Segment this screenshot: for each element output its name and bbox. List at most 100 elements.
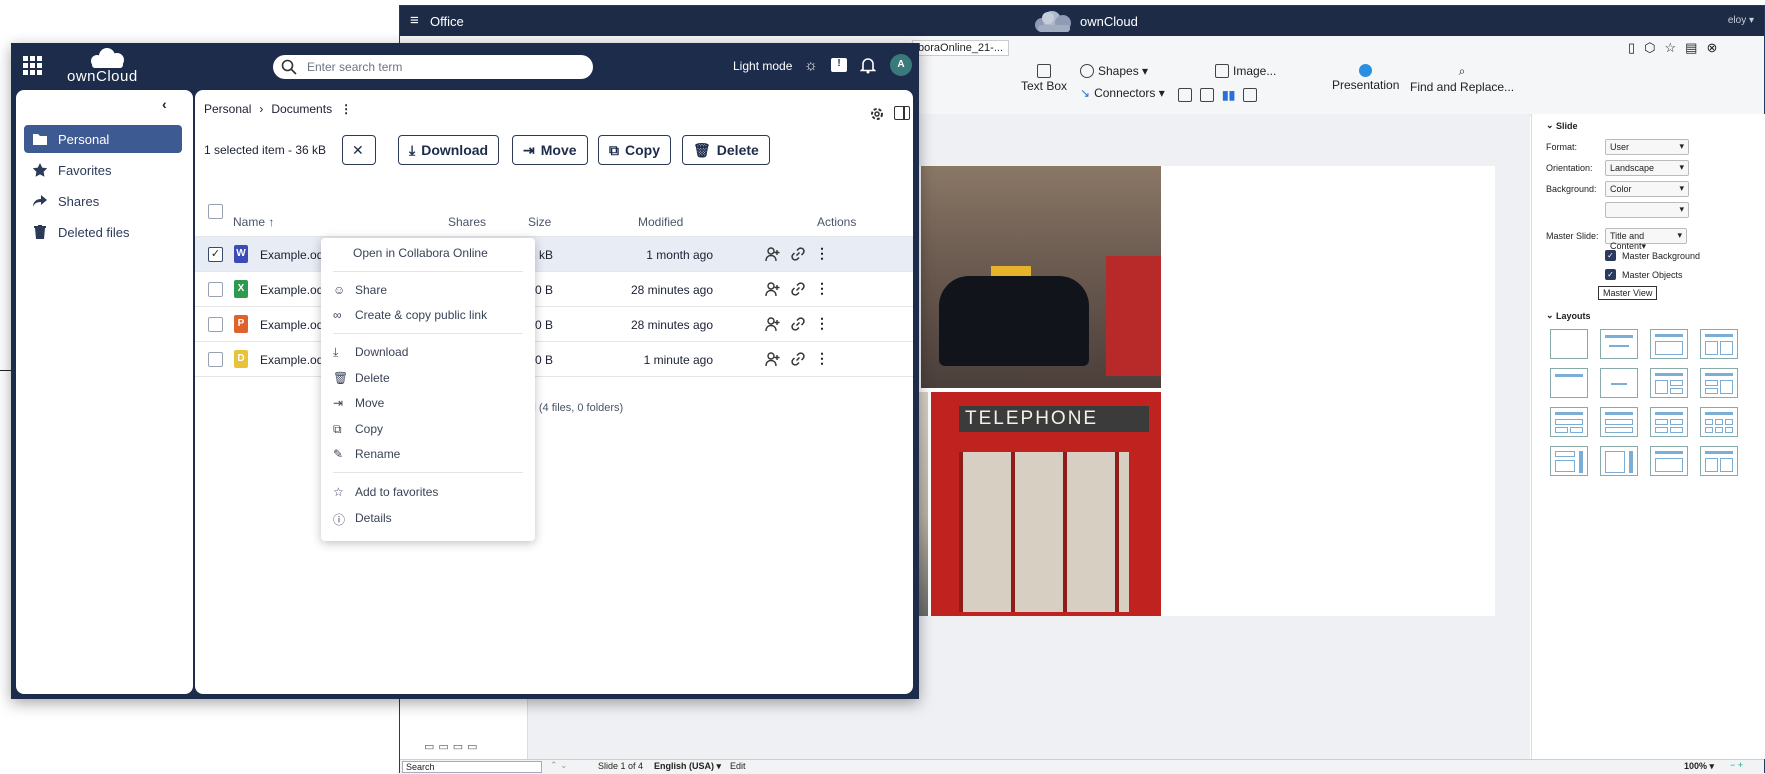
connectors-button[interactable]: ↘ Connectors ▾ xyxy=(1080,86,1165,100)
select-all-checkbox[interactable] xyxy=(208,204,223,219)
file-name[interactable]: Example.od xyxy=(260,318,323,332)
add-share-icon[interactable] xyxy=(765,351,781,367)
layout-content-pair[interactable] xyxy=(1650,368,1688,398)
shapes-button[interactable]: Shapes ▾ xyxy=(1080,64,1148,78)
layout-centered[interactable] xyxy=(1600,368,1638,398)
window-controls-icon[interactable]: ▯⬡☆▤⊗ xyxy=(1628,40,1726,56)
document-tab[interactable]: boraOnline_21-... xyxy=(912,40,1009,56)
nav-arrows-icon[interactable]: ⌃ ⌄ xyxy=(550,760,568,771)
layout-four-b[interactable] xyxy=(1650,407,1688,437)
more-vertical-icon[interactable]: ⋮ xyxy=(815,350,831,366)
chart-toolbar-group[interactable]: ▮▮ xyxy=(1178,88,1258,102)
layout-four-a[interactable] xyxy=(1550,407,1588,437)
column-modified[interactable]: Modified xyxy=(638,215,683,229)
sidebar-toggle-icon[interactable] xyxy=(894,106,910,120)
color-picker[interactable] xyxy=(1605,202,1689,218)
find-replace-button[interactable]: ⌕ Find and Replace... xyxy=(1410,64,1514,94)
add-share-icon[interactable] xyxy=(765,316,781,332)
add-share-icon[interactable] xyxy=(765,281,781,297)
copy-button[interactable]: ⧉ Copy xyxy=(598,135,671,165)
sidebar-item-favorites[interactable]: Favorites xyxy=(24,156,182,184)
link-icon[interactable] xyxy=(790,316,806,332)
file-name[interactable]: Example.od xyxy=(260,283,323,297)
more-vertical-icon[interactable]: ⋮ xyxy=(815,315,831,331)
clear-selection-button[interactable]: ✕ xyxy=(342,135,376,165)
language-select[interactable]: English (USA) ▾ xyxy=(654,761,721,772)
avatar[interactable]: A xyxy=(890,54,912,76)
layout-title[interactable] xyxy=(1600,329,1638,359)
layout-blank[interactable] xyxy=(1550,329,1588,359)
more-vertical-icon[interactable]: ⋮ xyxy=(340,102,352,116)
delete-button[interactable]: 🗑 Delete xyxy=(682,135,770,165)
hamburger-icon[interactable]: ≡ xyxy=(410,12,419,29)
search-input[interactable]: Enter search term xyxy=(273,55,593,79)
more-vertical-icon[interactable]: ⋮ xyxy=(815,245,831,261)
layout-vertical-a[interactable] xyxy=(1550,446,1588,476)
download-button[interactable]: ⤓ Download xyxy=(398,135,500,165)
link-icon[interactable] xyxy=(790,281,806,297)
layout-content-triple[interactable] xyxy=(1700,368,1738,398)
file-name[interactable]: Example.od xyxy=(260,353,323,367)
file-name[interactable]: Example.odt xyxy=(260,248,327,262)
link-icon[interactable] xyxy=(790,246,806,262)
link-icon[interactable] xyxy=(790,351,806,367)
zoom-select[interactable]: 100% ▾ xyxy=(1684,761,1714,772)
move-button[interactable]: ⇥ Move xyxy=(512,135,588,165)
layout-title-only[interactable] xyxy=(1550,368,1588,398)
layout-six[interactable] xyxy=(1700,407,1738,437)
status-search-field[interactable]: Search xyxy=(402,761,542,773)
row-checkbox[interactable] xyxy=(208,317,223,332)
text-box-button[interactable]: Text Box xyxy=(1021,64,1067,93)
menu-rename[interactable]: ✎ Rename xyxy=(333,443,523,465)
master-slide-select[interactable]: Title and Content▾ xyxy=(1605,228,1687,251)
collapse-sidebar-icon[interactable]: ‹ xyxy=(162,96,167,112)
table-row[interactable]: P Example.od 0 B 28 minutes ago ⋮ xyxy=(195,307,913,342)
layout-vertical-d[interactable] xyxy=(1700,446,1738,476)
menu-copy[interactable]: ⧉ Copy xyxy=(333,418,523,440)
sidebar-item-shares[interactable]: Shares xyxy=(24,187,182,215)
column-size[interactable]: Size xyxy=(528,215,551,229)
slide-actions-icon[interactable]: ▭▭▭▭ xyxy=(424,740,504,754)
row-checkbox[interactable] xyxy=(208,352,223,367)
slide-section-header[interactable]: ⌄ Slide xyxy=(1546,120,1578,131)
table-row[interactable]: ✓ W Example.odt 36 kB 1 month ago ⋮ xyxy=(195,237,913,272)
orientation-select[interactable]: Landscape xyxy=(1605,160,1689,176)
table-row[interactable]: D Example.od 0 B 1 minute ago ⋮ xyxy=(195,342,913,377)
menu-open-collabora[interactable]: Open in Collabora Online xyxy=(353,242,523,264)
master-objects-checkbox[interactable]: ✓ Master Objects xyxy=(1605,269,1683,280)
layout-vertical-c[interactable] xyxy=(1650,446,1688,476)
breadcrumb-root[interactable]: Personal xyxy=(204,102,251,116)
row-checkbox[interactable]: ✓ xyxy=(208,247,223,262)
user-menu[interactable]: eloy ▾ xyxy=(1728,15,1754,26)
sun-icon[interactable]: ☼ xyxy=(804,57,818,74)
row-checkbox[interactable] xyxy=(208,282,223,297)
more-vertical-icon[interactable]: ⋮ xyxy=(815,280,831,296)
menu-download[interactable]: ⤓ Download xyxy=(333,341,523,363)
master-background-checkbox[interactable]: ✓ Master Background xyxy=(1605,250,1700,261)
menu-delete[interactable]: 🗑 Delete xyxy=(333,367,523,389)
feedback-icon[interactable]: ! xyxy=(831,58,847,72)
zoom-controls-icon[interactable]: − + xyxy=(1730,760,1743,770)
office-menu-label[interactable]: Office xyxy=(430,14,464,29)
image-button[interactable]: Image... xyxy=(1215,64,1276,78)
menu-details[interactable]: ⓘ Details xyxy=(333,507,523,529)
table-row[interactable]: X Example.od 0 B 28 minutes ago ⋮ xyxy=(195,272,913,307)
add-share-icon[interactable] xyxy=(765,246,781,262)
layout-two-content[interactable] xyxy=(1700,329,1738,359)
bell-icon[interactable] xyxy=(859,56,877,74)
background-select[interactable]: Color xyxy=(1605,181,1689,197)
format-select[interactable]: User xyxy=(1605,139,1689,155)
menu-add-favorites[interactable]: ☆ Add to favorites xyxy=(333,481,523,503)
sidebar-item-personal[interactable]: Personal xyxy=(24,125,182,153)
layouts-section-header[interactable]: ⌄ Layouts xyxy=(1546,310,1591,321)
menu-move[interactable]: ⇥ Move xyxy=(333,392,523,414)
presentation-button[interactable]: Presentation xyxy=(1332,64,1399,92)
sidebar-item-deleted[interactable]: Deleted files xyxy=(24,218,182,246)
column-name[interactable]: Name ↑ xyxy=(233,215,274,229)
layout-stacked[interactable] xyxy=(1600,407,1638,437)
menu-public-link[interactable]: ∞ Create & copy public link xyxy=(333,304,523,326)
settings-icon[interactable] xyxy=(869,106,885,122)
owncloud-logo-icon[interactable] xyxy=(86,47,130,69)
app-switcher-icon[interactable] xyxy=(23,56,43,76)
layout-vertical-b[interactable] xyxy=(1600,446,1638,476)
